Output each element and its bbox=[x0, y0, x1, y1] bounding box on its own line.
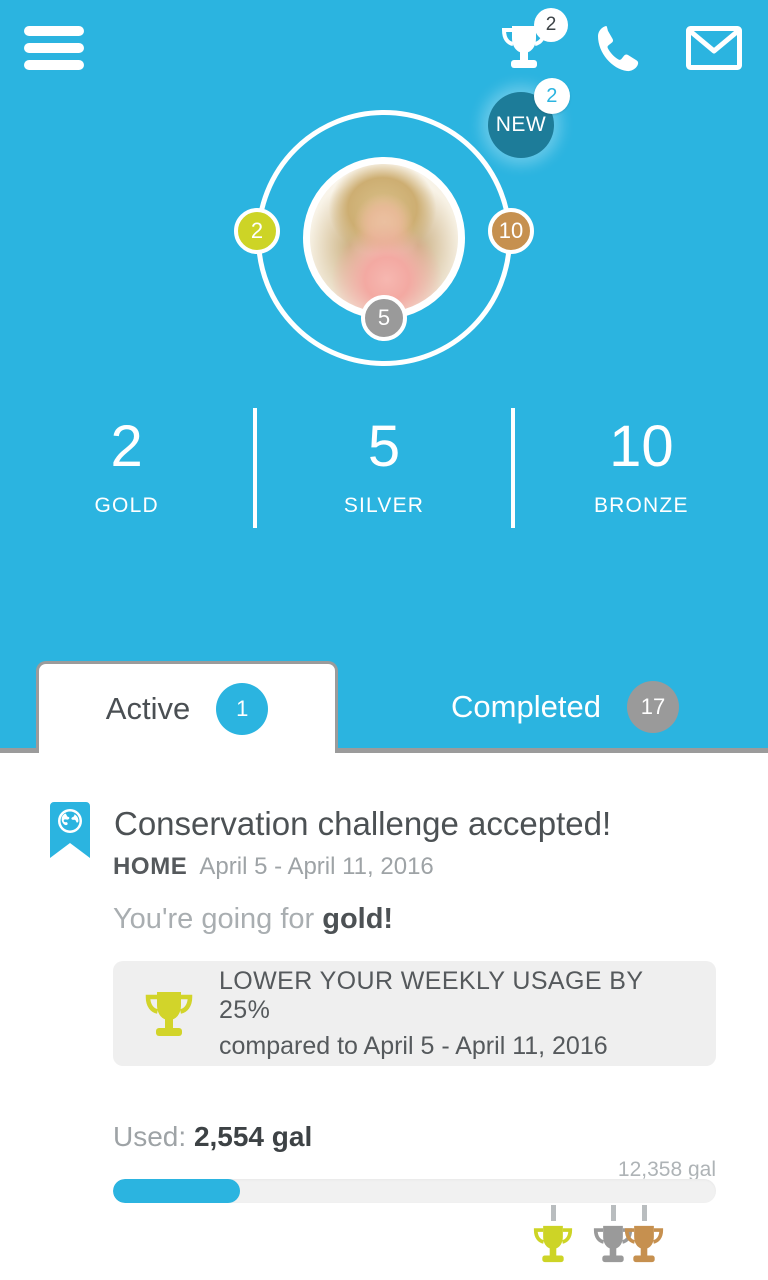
goal-text: LOWER YOUR WEEKLY USAGE BY 25% compared … bbox=[219, 967, 688, 1061]
goal-line-1: LOWER YOUR WEEKLY USAGE BY 25% bbox=[219, 966, 643, 1024]
going-prefix: You're going for bbox=[113, 903, 323, 935]
gold-trophy-icon bbox=[141, 986, 197, 1042]
profile-avatar-ring: 2 10 5 NEW 2 bbox=[234, 78, 570, 366]
challenge-date-range: April 5 - April 11, 2016 bbox=[199, 853, 434, 880]
challenge-header: Conservation challenge accepted! bbox=[47, 801, 611, 859]
challenge-location: HOME bbox=[113, 853, 188, 880]
medal-stats: 2 GOLD 5 SILVER 10 BRONZE bbox=[0, 408, 768, 528]
ribbon-globe-icon bbox=[47, 801, 93, 859]
stat-silver-value: 5 bbox=[367, 414, 401, 479]
stat-bronze-label: BRONZE bbox=[593, 494, 689, 517]
hamburger-menu-icon[interactable] bbox=[24, 25, 84, 70]
usage-used: Used: 2,554 gal bbox=[113, 1121, 312, 1153]
tab-active-label: Active bbox=[105, 690, 191, 726]
challenge-goal-statement: You're going for gold! bbox=[113, 903, 393, 936]
usage-progress-fill bbox=[113, 1179, 240, 1203]
trophy-icon[interactable]: 2 bbox=[496, 7, 568, 74]
stat-gold-value: 2 bbox=[110, 414, 143, 479]
challenge-goal-box: LOWER YOUR WEEKLY USAGE BY 25% compared … bbox=[113, 961, 716, 1066]
ring-badge-bronze[interactable]: 10 bbox=[488, 208, 534, 254]
stat-silver-label: SILVER bbox=[343, 494, 425, 517]
challenge-card[interactable]: Conservation challenge accepted! HOME Ap… bbox=[0, 753, 768, 1280]
usage-medal-ticks bbox=[113, 1205, 716, 1221]
usage-used-label: Used: bbox=[113, 1121, 194, 1152]
challenge-tabs: Active 1 Completed 17 bbox=[0, 661, 768, 753]
app-screen: 2 2 10 5 NEW 2 2 GOLD 5 SILVER 10 BRONZE… bbox=[0, 0, 768, 1280]
new-badge-count: 2 bbox=[534, 78, 570, 114]
hamburger-bar bbox=[24, 42, 84, 53]
tab-active-count: 1 bbox=[216, 682, 269, 735]
challenge-title: Conservation challenge accepted! bbox=[114, 805, 612, 842]
going-target: gold! bbox=[322, 903, 394, 935]
usage-progress-bar[interactable] bbox=[113, 1179, 716, 1203]
ring-badge-silver[interactable]: 5 bbox=[361, 295, 407, 341]
tab-active[interactable]: Active 1 bbox=[36, 661, 338, 753]
trophy-badge-count: 2 bbox=[534, 7, 568, 42]
usage-used-value: 2,554 gal bbox=[193, 1121, 313, 1152]
stat-gold: 2 GOLD bbox=[0, 408, 253, 528]
envelope-icon[interactable] bbox=[686, 25, 742, 70]
phone-icon[interactable] bbox=[596, 23, 642, 73]
usage-tick-bronze bbox=[641, 1205, 647, 1221]
stat-gold-label: GOLD bbox=[94, 494, 159, 517]
hamburger-bar bbox=[24, 59, 84, 70]
tab-completed-count: 17 bbox=[626, 681, 679, 733]
avatar-face bbox=[360, 202, 408, 253]
tab-completed-label: Completed bbox=[451, 689, 601, 724]
usage-tick-gold bbox=[551, 1205, 557, 1221]
hamburger-bar bbox=[24, 25, 84, 36]
gold-trophy-icon bbox=[530, 1221, 576, 1267]
goal-line-2: compared to April 5 - April 11, 2016 bbox=[219, 1031, 608, 1060]
new-achievements-badge[interactable]: NEW 2 bbox=[488, 78, 570, 158]
new-badge-label: NEW bbox=[495, 113, 547, 136]
stat-bronze-value: 10 bbox=[609, 414, 674, 479]
avatar-photo bbox=[310, 164, 458, 312]
app-header: 2 bbox=[0, 0, 768, 95]
header-actions: 2 bbox=[496, 7, 746, 74]
usage-tick-silver bbox=[611, 1205, 617, 1221]
tab-completed[interactable]: Completed 17 bbox=[400, 661, 730, 753]
usage-medal-markers bbox=[113, 1221, 716, 1271]
stat-bronze: 10 BRONZE bbox=[515, 408, 768, 528]
ring-badge-gold[interactable]: 2 bbox=[234, 208, 280, 254]
stat-silver: 5 SILVER bbox=[257, 408, 510, 528]
bronze-trophy-icon bbox=[621, 1221, 667, 1267]
challenge-meta: HOME April 5 - April 11, 2016 bbox=[113, 853, 434, 881]
